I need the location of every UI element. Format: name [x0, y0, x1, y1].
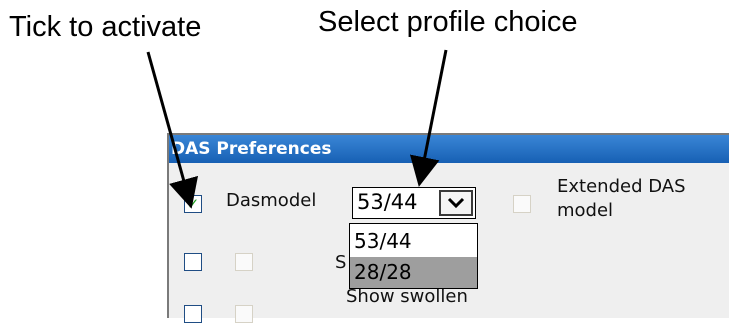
- dropdown-option[interactable]: 53/44: [350, 226, 477, 257]
- profile-dropdown-list: 53/44 28/28: [349, 223, 478, 289]
- extended-das-label-line1: Extended DAS: [557, 176, 686, 197]
- callout-select-label: Select profile choice: [318, 6, 578, 38]
- dropdown-button[interactable]: [439, 190, 473, 216]
- extended-das-checkbox[interactable]: [513, 195, 531, 213]
- row2-secondary-checkbox[interactable]: [235, 253, 253, 271]
- show-swollen-label: Show swollen: [346, 286, 468, 307]
- checkmark-icon: ✓: [186, 194, 200, 213]
- extended-das-label-line2: model: [557, 200, 614, 221]
- panel-title: DAS Preferences: [169, 135, 729, 163]
- das-preferences-panel: DAS Preferences ✓ Dasmodel 53/44 Extende…: [167, 133, 729, 323]
- dasmodel-checkbox[interactable]: ✓: [184, 195, 202, 213]
- callout-tick-label: Tick to activate: [9, 11, 202, 43]
- chevron-down-icon: [447, 197, 465, 209]
- row2-checkbox[interactable]: [184, 253, 202, 271]
- dropdown-option-highlighted[interactable]: 28/28: [350, 257, 477, 288]
- profile-select[interactable]: 53/44: [352, 187, 476, 219]
- row2-partial-label: S: [335, 252, 347, 273]
- profile-select-value: 53/44: [357, 190, 418, 214]
- dasmodel-label: Dasmodel: [226, 190, 317, 211]
- row3-secondary-checkbox[interactable]: [235, 305, 253, 323]
- row3-checkbox[interactable]: [184, 305, 202, 323]
